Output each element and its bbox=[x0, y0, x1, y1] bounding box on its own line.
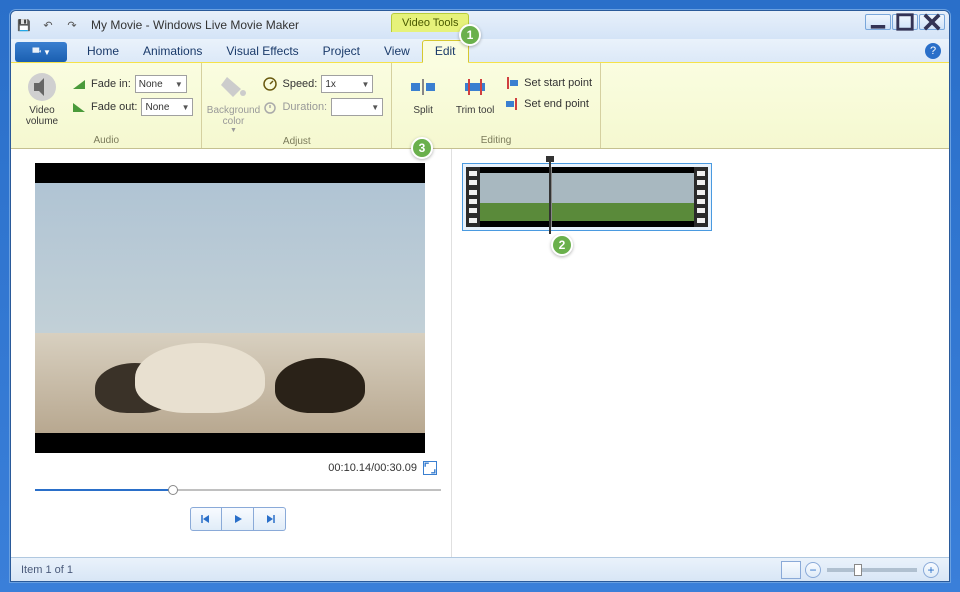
status-item-count: Item 1 of 1 bbox=[21, 564, 73, 576]
play-button[interactable] bbox=[222, 507, 254, 531]
video-volume-button[interactable]: Video volume bbox=[19, 67, 65, 127]
window-title: My Movie - Windows Live Movie Maker bbox=[91, 18, 299, 32]
clip-frame bbox=[552, 167, 694, 227]
group-editing: Split Trim tool Set start point Set end … bbox=[392, 63, 601, 148]
group-adjust: Background color ▼ Speed: 1x▼ Duration: … bbox=[202, 63, 392, 148]
set-start-icon bbox=[504, 75, 520, 91]
duration-label: Duration: bbox=[282, 101, 327, 113]
close-button[interactable] bbox=[919, 14, 945, 30]
group-adjust-label: Adjust bbox=[210, 135, 383, 147]
zoom-slider[interactable] bbox=[827, 568, 917, 572]
help-icon[interactable]: ? bbox=[925, 43, 941, 59]
fade-out-label: Fade out: bbox=[91, 101, 137, 113]
group-audio-label: Audio bbox=[19, 134, 193, 146]
app-window: 💾 ↶ ↷ My Movie - Windows Live Movie Make… bbox=[10, 10, 950, 582]
fade-in-combo[interactable]: None▼ bbox=[135, 75, 187, 93]
fade-out-icon bbox=[71, 99, 87, 115]
tab-animations[interactable]: Animations bbox=[131, 41, 214, 62]
content-area: 00:10.14/00:30.09 bbox=[11, 149, 949, 557]
preview-pane: 00:10.14/00:30.09 bbox=[11, 149, 451, 557]
paint-bucket-icon bbox=[217, 71, 249, 103]
ribbon-tabs: ▼ Home Animations Visual Effects Project… bbox=[11, 39, 949, 63]
trim-icon bbox=[459, 71, 491, 103]
split-label: Split bbox=[413, 105, 432, 116]
tab-visual-effects[interactable]: Visual Effects bbox=[214, 41, 310, 62]
video-preview bbox=[35, 163, 425, 453]
speaker-icon bbox=[26, 71, 58, 103]
maximize-button[interactable] bbox=[892, 14, 918, 30]
prev-frame-button[interactable] bbox=[190, 507, 222, 531]
redo-icon[interactable]: ↷ bbox=[63, 16, 81, 34]
callout-3: 3 bbox=[411, 137, 433, 159]
statusbar: Item 1 of 1 − + bbox=[11, 557, 949, 581]
bg-color-label: Background color bbox=[207, 105, 260, 127]
minimize-button[interactable] bbox=[865, 14, 891, 30]
time-display: 00:10.14/00:30.09 bbox=[328, 462, 417, 474]
next-frame-button[interactable] bbox=[254, 507, 286, 531]
split-button[interactable]: Split bbox=[400, 67, 446, 116]
fade-in-icon bbox=[71, 76, 87, 92]
file-menu-button[interactable]: ▼ bbox=[15, 42, 67, 62]
timeline-playhead[interactable] bbox=[549, 160, 551, 234]
seek-thumb[interactable] bbox=[168, 485, 178, 495]
set-start-label: Set start point bbox=[524, 77, 592, 89]
set-start-button[interactable]: Set start point bbox=[504, 73, 592, 93]
set-end-label: Set end point bbox=[524, 98, 589, 110]
set-end-button[interactable]: Set end point bbox=[504, 94, 592, 114]
quick-access-toolbar: 💾 ↶ ↷ bbox=[15, 16, 81, 34]
filmstrip-left bbox=[466, 167, 480, 227]
zoom-thumb[interactable] bbox=[854, 564, 862, 576]
filmstrip-right bbox=[694, 167, 708, 227]
save-icon[interactable]: 💾 bbox=[15, 16, 33, 34]
clip-frame bbox=[480, 167, 552, 227]
background-color-button: Background color ▼ bbox=[210, 67, 256, 135]
video-clip[interactable] bbox=[462, 163, 712, 231]
speed-icon bbox=[262, 76, 278, 92]
undo-icon[interactable]: ↶ bbox=[39, 16, 57, 34]
fade-in-label: Fade in: bbox=[91, 78, 131, 90]
group-audio: Video volume Fade in: None▼ Fade out: No… bbox=[11, 63, 202, 148]
tab-view[interactable]: View bbox=[372, 41, 422, 62]
fade-out-combo[interactable]: None▼ bbox=[141, 98, 193, 116]
tab-home[interactable]: Home bbox=[75, 41, 131, 62]
view-toggle-button[interactable] bbox=[781, 561, 801, 579]
trim-label: Trim tool bbox=[456, 105, 495, 116]
speed-combo[interactable]: 1x▼ bbox=[321, 75, 373, 93]
tab-edit[interactable]: Edit bbox=[422, 40, 469, 63]
playback-controls bbox=[35, 507, 441, 531]
fullscreen-button[interactable] bbox=[423, 461, 437, 475]
duration-icon bbox=[262, 99, 278, 115]
split-icon bbox=[407, 71, 439, 103]
tab-project[interactable]: Project bbox=[311, 41, 372, 62]
duration-combo: ▼ bbox=[331, 98, 383, 116]
zoom-in-button[interactable]: + bbox=[923, 562, 939, 578]
time-display-row: 00:10.14/00:30.09 bbox=[35, 453, 441, 479]
context-tab-label: Video Tools bbox=[391, 13, 469, 32]
speed-label: Speed: bbox=[282, 78, 317, 90]
window-controls bbox=[864, 14, 945, 30]
video-volume-label: Video volume bbox=[19, 105, 65, 127]
callout-1: 1 bbox=[459, 24, 481, 46]
ribbon: Video volume Fade in: None▼ Fade out: No… bbox=[11, 63, 949, 149]
callout-2: 2 bbox=[551, 234, 573, 256]
seek-bar[interactable] bbox=[35, 483, 441, 497]
zoom-out-button[interactable]: − bbox=[805, 562, 821, 578]
timeline-pane[interactable] bbox=[451, 149, 949, 557]
zoom-control: − + bbox=[805, 562, 939, 578]
trim-button[interactable]: Trim tool bbox=[452, 67, 498, 116]
set-end-icon bbox=[504, 96, 520, 112]
